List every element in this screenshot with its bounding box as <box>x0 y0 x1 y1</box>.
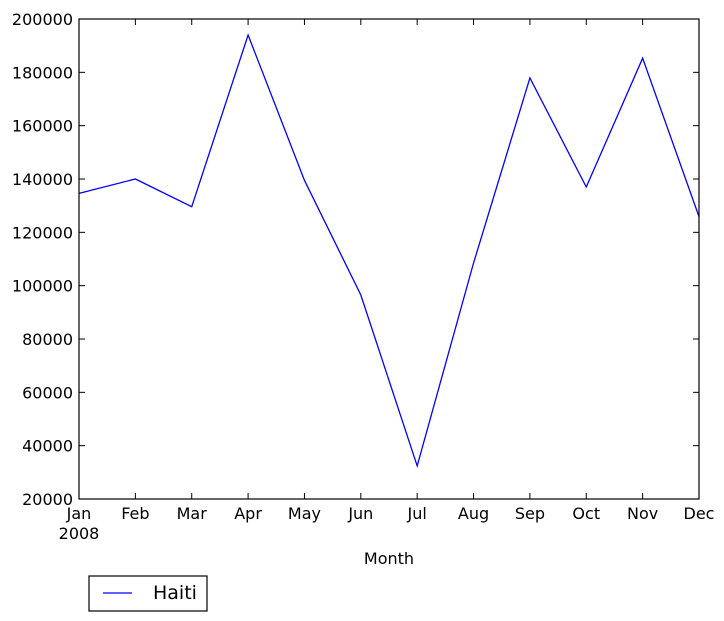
x-tick-label: Apr <box>234 504 262 523</box>
x-tick-label: Sep <box>515 504 545 523</box>
y-tick-label: 60000 <box>22 383 73 402</box>
y-tick-label: 140000 <box>12 170 73 189</box>
y-axis-ticks: 20000 40000 60000 80000 100000 120000 140000 16… <box>12 10 699 509</box>
x-tick-label: Jan <box>66 504 92 523</box>
y-tick-label: 40000 <box>22 437 73 456</box>
y-tick-label: 180000 <box>12 63 73 82</box>
series-line-haiti <box>78 33 700 469</box>
x-axis-ticks: Jan Feb Mar Apr May Jun Jul Aug Sep Oct Nov Dec <box>66 19 715 523</box>
x-tick-label: Nov <box>627 504 658 523</box>
y-tick-label: 20000 <box>22 490 73 509</box>
y-tick-label: 100000 <box>12 277 73 296</box>
axes-frame <box>78 18 700 500</box>
x-tick-label: Jun <box>347 504 373 523</box>
legend-label-haiti: Haiti <box>153 582 197 604</box>
x-tick-label: Feb <box>121 504 149 523</box>
x-tick-label: May <box>288 504 321 523</box>
y-tick-label: 160000 <box>12 117 73 136</box>
y-tick-label: 120000 <box>12 223 73 242</box>
legend: Haiti <box>88 575 208 612</box>
line-chart: 20000 40000 60000 80000 100000 120000 140000 16… <box>12 10 715 612</box>
x-tick-label: Jul <box>407 504 427 523</box>
y-tick-label: 80000 <box>22 330 73 349</box>
x-tick-label: Dec <box>684 504 715 523</box>
x-axis-label: Month <box>364 549 414 568</box>
x-tick-sublabel-year: 2008 <box>59 524 100 543</box>
x-tick-label: Mar <box>177 504 208 523</box>
x-tick-label: Aug <box>458 504 489 523</box>
y-tick-label: 200000 <box>12 10 73 29</box>
series-layer <box>78 33 700 469</box>
x-tick-label: Oct <box>572 504 600 523</box>
